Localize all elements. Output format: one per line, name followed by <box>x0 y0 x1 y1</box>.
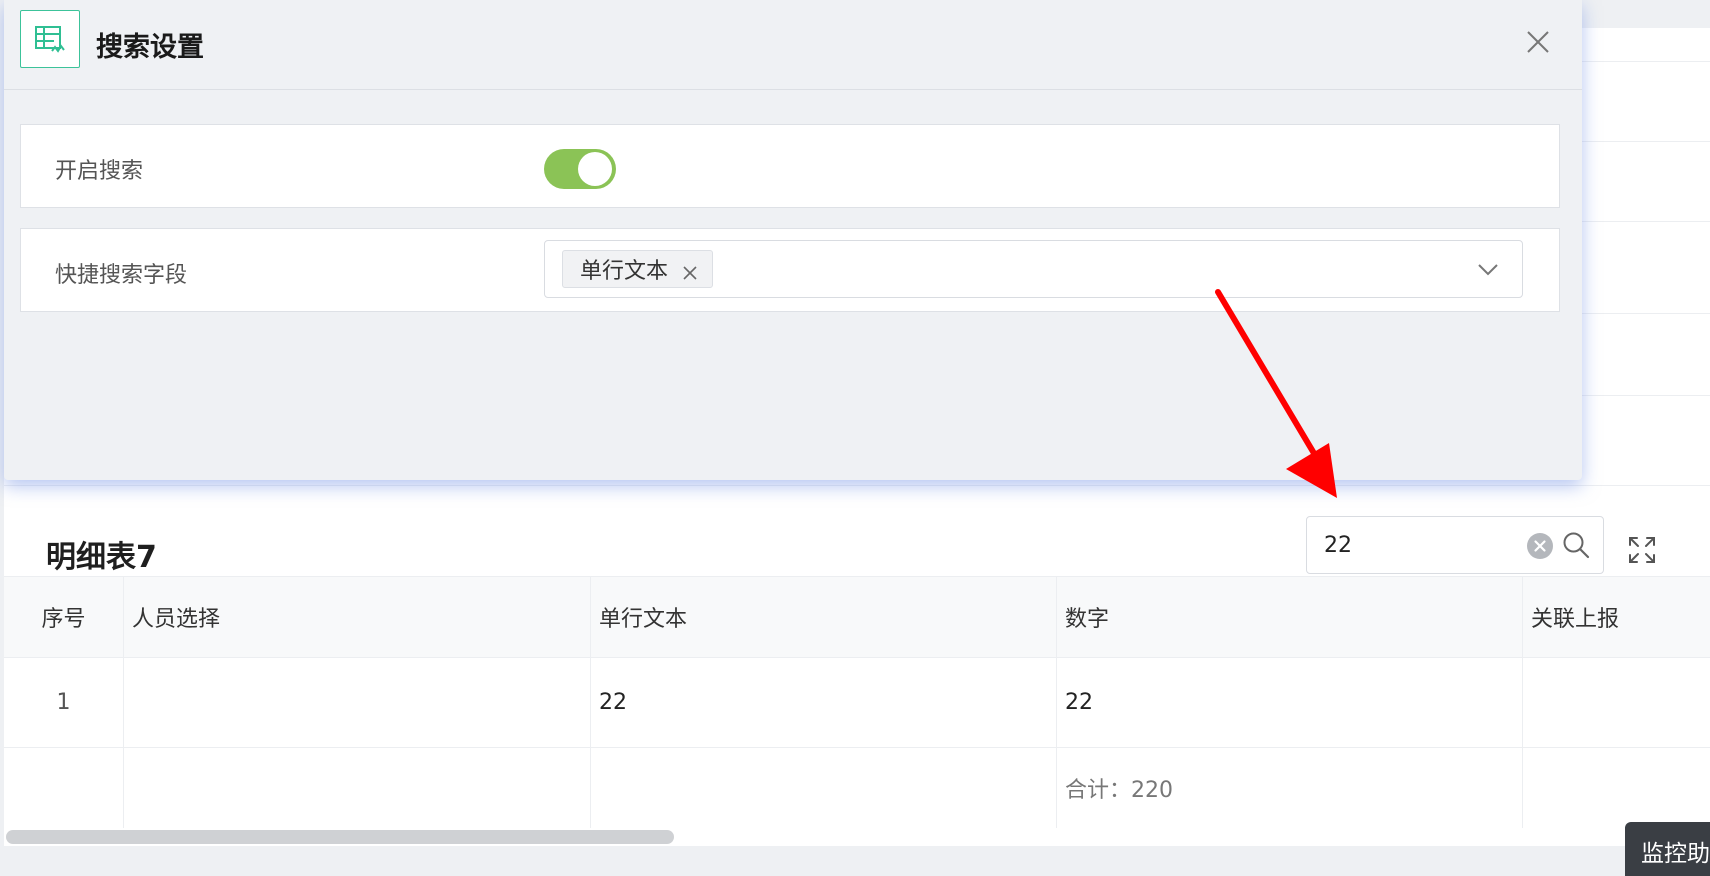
annotation-arrow <box>1215 289 1337 498</box>
monitor-assistant-label: 监控助 <box>1641 841 1710 867</box>
monitor-assistant-badge[interactable]: 监控助 <box>1625 822 1710 876</box>
